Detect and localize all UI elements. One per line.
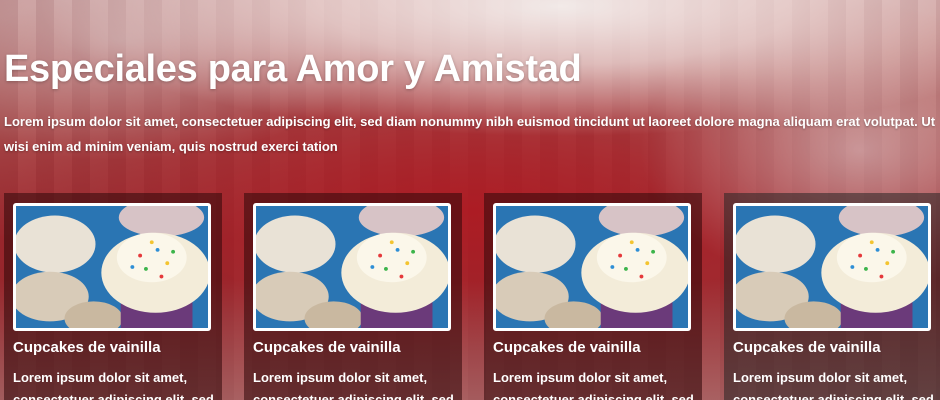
product-card[interactable]: Cupcakes de vainilla Lorem ipsum dolor s… [4,193,222,400]
cupcake-image[interactable] [733,203,931,331]
page-title: Especiales para Amor y Amistad [4,48,582,91]
cupcake-image[interactable] [493,203,691,331]
cupcake-photo-illustration [496,206,688,328]
card-title[interactable]: Cupcakes de vainilla [733,339,881,356]
product-card[interactable]: Cupcakes de vainilla Lorem ipsum dolor s… [484,193,702,400]
cupcake-image[interactable] [253,203,451,331]
cupcake-image[interactable] [13,203,211,331]
cupcake-photo-illustration [16,206,208,328]
page-title-rest: para Amor y Amistad [207,48,582,90]
cupcake-photo-illustration [256,206,448,328]
page-title-main: Especiales [4,48,198,90]
card-description: Lorem ipsum dolor sit amet, consectetuer… [493,370,694,400]
product-cards: Cupcakes de vainilla Lorem ipsum dolor s… [4,193,940,400]
card-description: Lorem ipsum dolor sit amet, consectetuer… [733,370,934,400]
card-description: Lorem ipsum dolor sit amet, consectetuer… [253,370,454,400]
cupcake-photo-illustration [736,206,928,328]
card-title[interactable]: Cupcakes de vainilla [493,339,641,356]
product-card[interactable]: Cupcakes de vainilla Lorem ipsum dolor s… [244,193,462,400]
card-title[interactable]: Cupcakes de vainilla [13,339,161,356]
intro-paragraph: Lorem ipsum dolor sit amet, consectetuer… [4,114,936,154]
product-card[interactable]: Cupcakes de vainilla Lorem ipsum dolor s… [724,193,940,400]
card-title[interactable]: Cupcakes de vainilla [253,339,401,356]
card-description: Lorem ipsum dolor sit amet, consectetuer… [13,370,214,400]
